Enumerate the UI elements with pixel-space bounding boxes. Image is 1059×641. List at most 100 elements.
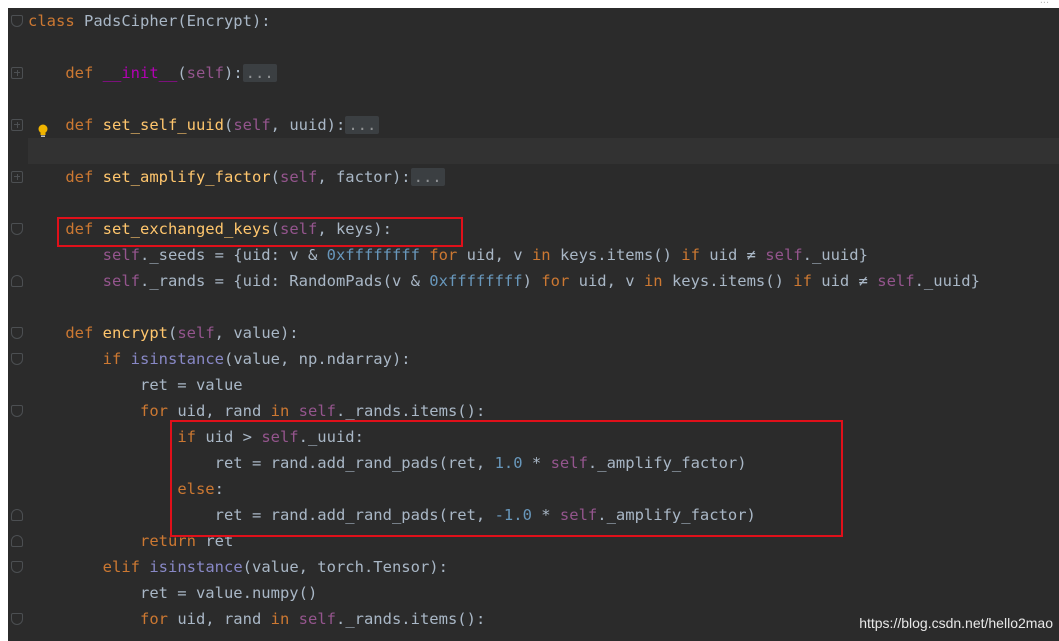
code-token: def (28, 168, 103, 186)
fold-start-icon[interactable] (11, 15, 23, 27)
top-cut-text: ... (1039, 0, 1049, 6)
code-token: keys.items() (550, 246, 682, 264)
watermark: https://blog.csdn.net/hello2mao (859, 615, 1053, 631)
code-token: self (279, 168, 318, 186)
fold-start-icon[interactable] (11, 561, 23, 573)
code-token: uid ≠ (811, 272, 878, 290)
code-token: for (541, 272, 570, 290)
code-line[interactable]: def set_amplify_factor(self, factor):... (28, 164, 445, 190)
code-token: if (102, 350, 122, 368)
folded-code-placeholder[interactable]: ... (410, 168, 445, 186)
code-token: (value, np.ndarray): (224, 350, 411, 368)
code-token: ._uuid} (914, 272, 980, 290)
code-token: uid ≠ (699, 246, 766, 264)
fold-start-icon[interactable] (11, 613, 23, 625)
code-token: set_self_uuid (102, 116, 224, 134)
code-token: self (765, 246, 803, 264)
code-token: elif (102, 558, 140, 576)
fold-expand-icon[interactable] (11, 171, 23, 183)
fold-end-icon[interactable] (11, 509, 23, 521)
editor-gutter (8, 8, 28, 641)
code-line[interactable]: ret = value.numpy() (28, 580, 317, 606)
code-token: PadsCipher(Encrypt): (84, 12, 271, 30)
left-strip (0, 0, 8, 641)
code-line[interactable]: if isinstance(value, np.ndarray): (28, 346, 411, 372)
highlight-box-if-else-block (170, 420, 843, 537)
code-token: uid, v (569, 272, 644, 290)
highlight-box-set-exchanged-keys (57, 217, 463, 247)
code-line[interactable]: elif isinstance(value, torch.Tensor): (28, 554, 448, 580)
fold-start-icon[interactable] (11, 223, 23, 235)
code-token: (value, torch.Tensor): (242, 558, 448, 576)
top-strip: ... (0, 0, 1059, 8)
code-token: ( (177, 64, 187, 82)
code-token: encrypt (102, 324, 168, 342)
fold-expand-icon[interactable] (11, 119, 23, 131)
code-line[interactable]: ret = value (28, 372, 243, 398)
code-token: ): (223, 64, 243, 82)
code-line[interactable]: self._rands = {uid: RandomPads(v & 0xfff… (28, 268, 980, 294)
code-token: self (233, 116, 271, 134)
code-token: __init__ (102, 64, 178, 82)
code-token: self (298, 610, 336, 628)
code-token: keys.items() (662, 272, 794, 290)
code-token: , factor): (317, 168, 411, 186)
code-token: uid, rand (167, 610, 271, 628)
fold-end-icon[interactable] (11, 535, 23, 547)
code-token: if (793, 272, 812, 290)
code-line[interactable]: for uid, rand in self._rands.items(): (28, 606, 485, 632)
code-token: ret = value.numpy() (28, 584, 318, 602)
code-line[interactable]: def encrypt(self, value): (28, 320, 298, 346)
fold-end-icon[interactable] (11, 275, 23, 287)
fold-expand-icon[interactable] (11, 67, 23, 79)
code-token: self (877, 272, 915, 290)
code-token: self (102, 246, 140, 264)
code-token: 0xffffffff (429, 272, 523, 290)
code-token: self (186, 64, 224, 82)
code-line[interactable]: def __init__(self):... (28, 60, 277, 86)
code-token: def (28, 324, 103, 342)
code-token: set_amplify_factor (102, 168, 271, 186)
code-token: 0xffffffff (326, 246, 420, 264)
code-token: for (429, 246, 458, 264)
code-token: def (28, 64, 103, 82)
code-token: ret = value (28, 376, 243, 394)
folded-code-placeholder[interactable]: ... (242, 64, 277, 82)
code-editor[interactable]: class PadsCipher(Encrypt): def __init__(… (28, 8, 1059, 641)
code-token: for (139, 402, 168, 420)
code-line[interactable]: def set_self_uuid(self, uuid):... (28, 112, 380, 138)
code-token: in (270, 402, 290, 420)
code-token: if (681, 246, 700, 264)
code-token: self (102, 272, 140, 290)
fold-start-icon[interactable] (11, 327, 23, 339)
code-token: self (298, 402, 336, 420)
code-token: isinstance (130, 350, 224, 368)
code-token: ) (522, 272, 542, 290)
fold-start-icon[interactable] (11, 353, 23, 365)
code-token: self (177, 324, 215, 342)
code-token: isinstance (149, 558, 243, 576)
code-token: uid, v (457, 246, 532, 264)
fold-start-icon[interactable] (11, 405, 23, 417)
folded-code-placeholder[interactable]: ... (345, 116, 380, 134)
code-token: , uuid): (270, 116, 346, 134)
code-line[interactable]: class PadsCipher(Encrypt): (28, 8, 271, 34)
code-token: ._uuid} (802, 246, 868, 264)
code-token: class (28, 12, 84, 30)
code-token: in (643, 272, 663, 290)
code-line[interactable] (28, 138, 1059, 164)
code-token: ( (270, 168, 280, 186)
